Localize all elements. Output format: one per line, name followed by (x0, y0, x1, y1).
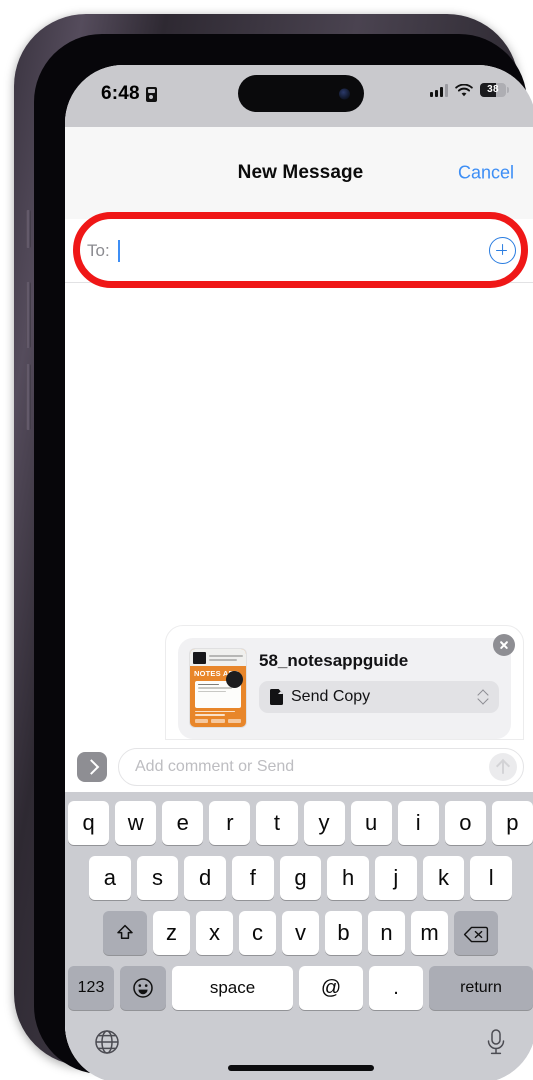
shift-icon[interactable] (103, 911, 147, 955)
wifi-icon (455, 83, 473, 97)
new-message-sheet: New Message Cancel To: NOTES APP 58_note… (65, 127, 533, 1080)
send-option-label: Send Copy (291, 688, 371, 705)
backspace-icon[interactable] (454, 911, 498, 955)
thumbnail-footer (190, 708, 246, 727)
cancel-button[interactable]: Cancel (458, 163, 514, 184)
key-f[interactable]: f (232, 856, 274, 900)
attachment-info: 58_notesappguide Send Copy (259, 649, 499, 713)
action-button[interactable] (26, 210, 31, 248)
key-y[interactable]: y (303, 801, 345, 845)
front-camera-icon (338, 88, 350, 99)
phone-screen: 6:48 38 New Message Cancel To: NOTES APP… (65, 65, 533, 1080)
dynamic-island (237, 75, 364, 112)
key-h[interactable]: h (327, 856, 370, 900)
key-q[interactable]: q (68, 801, 110, 845)
thumbnail-edition-badge (226, 671, 243, 688)
key-x[interactable]: x (196, 911, 233, 955)
page-title: New Message (237, 162, 364, 183)
battery-icon: 38 (480, 83, 509, 97)
attachment-file-name: 58_notesappguide (259, 651, 409, 670)
recipient-field-label: To: (87, 240, 110, 260)
return-key[interactable]: return (429, 966, 533, 1010)
phone-bezel: 6:48 38 New Message Cancel To: NOTES APP… (34, 34, 533, 1080)
key-c[interactable]: c (239, 911, 276, 955)
screen-record-icon (145, 86, 157, 102)
key-o[interactable]: o (444, 801, 486, 845)
key-p[interactable]: p (491, 801, 533, 845)
space-key[interactable]: space (172, 966, 293, 1010)
key-w[interactable]: w (115, 801, 157, 845)
key-r[interactable]: r (209, 801, 251, 845)
key-i[interactable]: i (397, 801, 439, 845)
keyboard-row-2: a s d f g h j k l (68, 856, 533, 900)
chevron-right-icon[interactable] (77, 752, 107, 782)
battery-percent-label: 38 (487, 84, 499, 95)
key-u[interactable]: u (350, 801, 392, 845)
numbers-key[interactable]: 123 (68, 966, 114, 1010)
share-preview-card: NOTES APP 58_notesappguide Send Copy (165, 625, 524, 740)
microphone-icon[interactable] (483, 1027, 509, 1062)
recipient-field-wrapper: To: (65, 212, 533, 288)
keyboard-row-1: q w e r t y u i o p (68, 801, 533, 845)
key-m[interactable]: m (411, 911, 448, 955)
at-key[interactable]: @ (299, 966, 363, 1010)
close-circle-icon[interactable] (493, 634, 515, 656)
keyboard-row-4: 123 space @ . return (68, 966, 533, 1010)
text-cursor (117, 239, 120, 262)
globe-icon[interactable] (92, 1027, 122, 1062)
message-compose-area[interactable]: NOTES APP 58_notesappguide Send Copy Add… (65, 283, 533, 792)
key-s[interactable]: s (136, 856, 179, 900)
key-d[interactable]: d (184, 856, 226, 900)
attachment-thumbnail: NOTES APP (190, 649, 246, 727)
document-icon (270, 689, 283, 705)
key-b[interactable]: b (325, 911, 362, 955)
emoji-smiley-icon[interactable] (120, 966, 166, 1010)
key-g[interactable]: g (279, 856, 322, 900)
key-j[interactable]: j (375, 856, 417, 900)
send-arrow-up-icon[interactable] (489, 753, 517, 781)
thumbnail-logo (193, 651, 206, 664)
keyboard-bottom-bar (68, 1021, 533, 1080)
key-a[interactable]: a (88, 856, 131, 900)
recipient-field[interactable]: To: (65, 219, 533, 283)
comment-input[interactable]: Add comment or Send (118, 748, 524, 786)
key-e[interactable]: e (162, 801, 204, 845)
up-down-chevron-icon (476, 689, 489, 705)
key-t[interactable]: t (256, 801, 298, 845)
comment-input-row: Add comment or Send (77, 748, 524, 786)
plus-circle-icon[interactable] (489, 237, 516, 264)
status-bar-left: 6:48 (101, 83, 157, 105)
screenshot-stage: 6:48 38 New Message Cancel To: NOTES APP… (0, 0, 533, 1080)
key-n[interactable]: n (368, 911, 405, 955)
key-v[interactable]: v (282, 911, 319, 955)
send-option-picker[interactable]: Send Copy (259, 681, 499, 713)
period-key[interactable]: . (369, 966, 423, 1010)
status-bar: 6:48 38 (65, 65, 533, 127)
cellular-signal-icon (430, 83, 448, 97)
phone-frame: 6:48 38 New Message Cancel To: NOTES APP… (14, 14, 533, 1080)
comment-placeholder: Add comment or Send (135, 758, 295, 775)
status-bar-time: 6:48 (101, 83, 140, 104)
keyboard-row-3: z x c v b n m (68, 911, 533, 955)
status-bar-right: 38 (430, 83, 509, 97)
attachment-chip[interactable]: NOTES APP 58_notesappguide Send Copy (178, 634, 515, 739)
volume-down-button[interactable] (26, 364, 31, 430)
on-screen-keyboard: q w e r t y u i o p a s d f g h j k l z … (65, 792, 533, 1080)
home-indicator (227, 1065, 374, 1071)
key-l[interactable]: l (470, 856, 513, 900)
key-z[interactable]: z (153, 911, 190, 955)
key-k[interactable]: k (422, 856, 465, 900)
sheet-navigation-bar: New Message Cancel (65, 127, 533, 219)
volume-up-button[interactable] (26, 282, 31, 348)
